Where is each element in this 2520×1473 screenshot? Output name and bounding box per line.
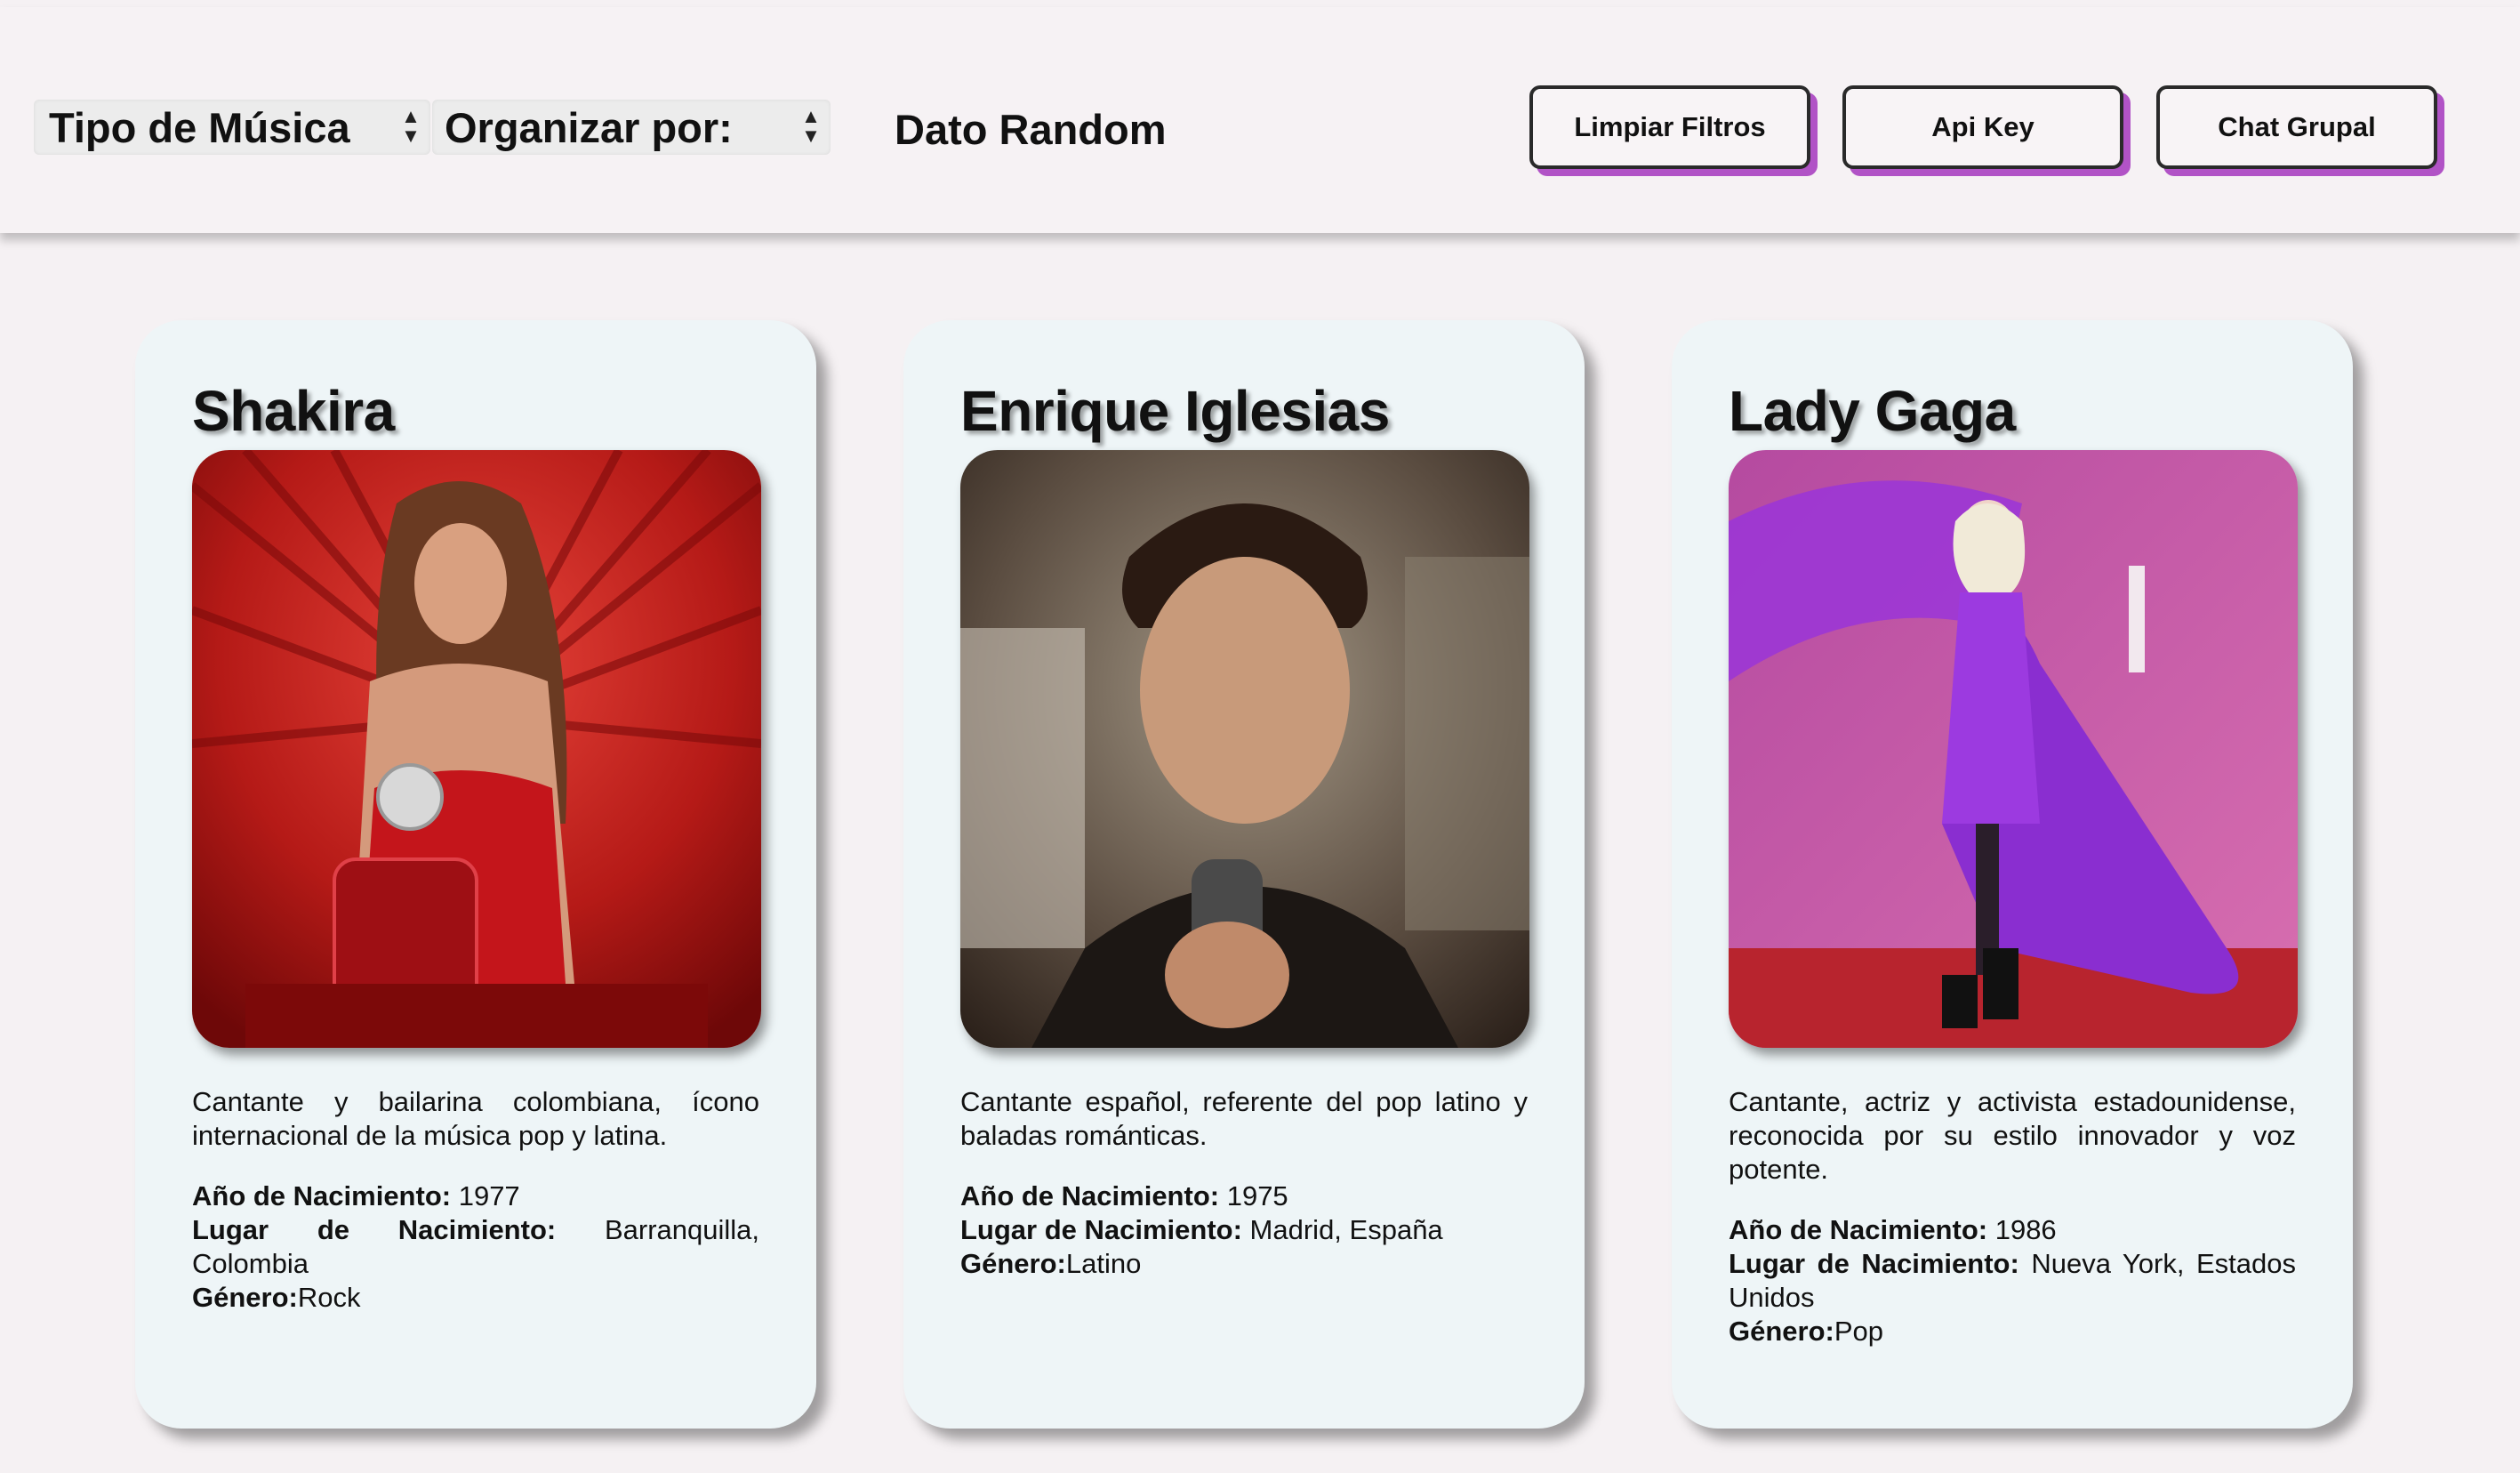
artist-facts: Año de Nacimiento: 1986 Lugar de Nacimie…: [1729, 1213, 2296, 1348]
artist-name: Shakira: [192, 379, 395, 443]
birth-place-label: Lugar de Nacimiento:: [1729, 1248, 2019, 1279]
birth-year-row: Año de Nacimiento: 1986: [1729, 1213, 2296, 1247]
birth-year-value: 1977: [451, 1180, 520, 1211]
genre-row: Género:Pop: [1729, 1315, 2296, 1348]
artist-photo: [960, 450, 1529, 1048]
artist-photo: [192, 450, 761, 1048]
birth-place-label: Lugar de Nacimiento:: [192, 1214, 557, 1245]
birth-year-row: Año de Nacimiento: 1977: [192, 1179, 759, 1213]
artist-card[interactable]: Enrique Iglesias Cantante español, refer…: [903, 320, 1585, 1429]
birth-year-value: 1986: [1987, 1214, 2057, 1245]
artist-card[interactable]: Shakira Cantante y bailarina colombiana,…: [135, 320, 816, 1429]
random-fact-button[interactable]: Dato Random: [895, 101, 1167, 157]
select-arrows-icon: ▲ ▼: [401, 105, 421, 147]
artist-description: Cantante, actriz y activista estadounide…: [1729, 1086, 2296, 1185]
artist-description: Cantante y bailarina colombiana, ícono i…: [192, 1086, 759, 1151]
genre-value: Pop: [1834, 1316, 1884, 1347]
genre-label: Género:: [960, 1248, 1066, 1279]
birth-year-row: Año de Nacimiento: 1975: [960, 1179, 1528, 1213]
artist-name: Enrique Iglesias: [960, 379, 1390, 443]
artist-facts: Año de Nacimiento: 1975 Lugar de Nacimie…: [960, 1179, 1528, 1281]
genre-row: Género:Latino: [960, 1247, 1528, 1281]
birth-place-row: Lugar de Nacimiento: Nueva York, Estados…: [1729, 1247, 2296, 1315]
select-arrows-icon: ▲ ▼: [801, 105, 821, 147]
birth-place-label: Lugar de Nacimiento:: [960, 1214, 1242, 1245]
api-key-button[interactable]: Api Key: [1842, 85, 2123, 169]
sort-select[interactable]: Organizar por: ▲ ▼: [432, 100, 831, 155]
genre-value: Rock: [297, 1282, 361, 1313]
artist-photo: [1729, 450, 2298, 1048]
group-chat-button[interactable]: Chat Grupal: [2156, 85, 2437, 169]
artist-description: Cantante español, referente del pop lati…: [960, 1086, 1528, 1151]
birth-year-label: Año de Nacimiento:: [960, 1180, 1220, 1211]
music-type-select-label: Tipo de Música: [49, 103, 350, 151]
clear-filters-button[interactable]: Limpiar Filtros: [1529, 85, 1810, 169]
genre-value: Latino: [1065, 1248, 1142, 1279]
birth-place-value: Madrid, España: [1241, 1214, 1443, 1245]
music-type-select[interactable]: Tipo de Música ▲ ▼: [34, 100, 430, 155]
sort-select-label: Organizar por:: [445, 103, 733, 151]
birth-year-value: 1975: [1219, 1180, 1288, 1211]
artist-name: Lady Gaga: [1729, 379, 2016, 443]
top-bar: Tipo de Música ▲ ▼ Organizar por: ▲ ▼ Dato…: [0, 7, 2520, 233]
artist-facts: Año de Nacimiento: 1977 Lugar de Nacimie…: [192, 1179, 759, 1315]
birth-place-row: Lugar de Nacimiento: Madrid, España: [960, 1213, 1528, 1247]
genre-row: Género:Rock: [192, 1281, 759, 1315]
artist-card[interactable]: Lady Gaga Cantante, actriz y activista e…: [1672, 320, 2353, 1429]
birth-year-label: Año de Nacimiento:: [1729, 1214, 1988, 1245]
birth-year-label: Año de Nacimiento:: [192, 1180, 452, 1211]
genre-label: Género:: [192, 1282, 298, 1313]
birth-place-row: Lugar de Nacimiento: Barranquilla, Colom…: [192, 1213, 759, 1281]
genre-label: Género:: [1729, 1316, 1834, 1347]
